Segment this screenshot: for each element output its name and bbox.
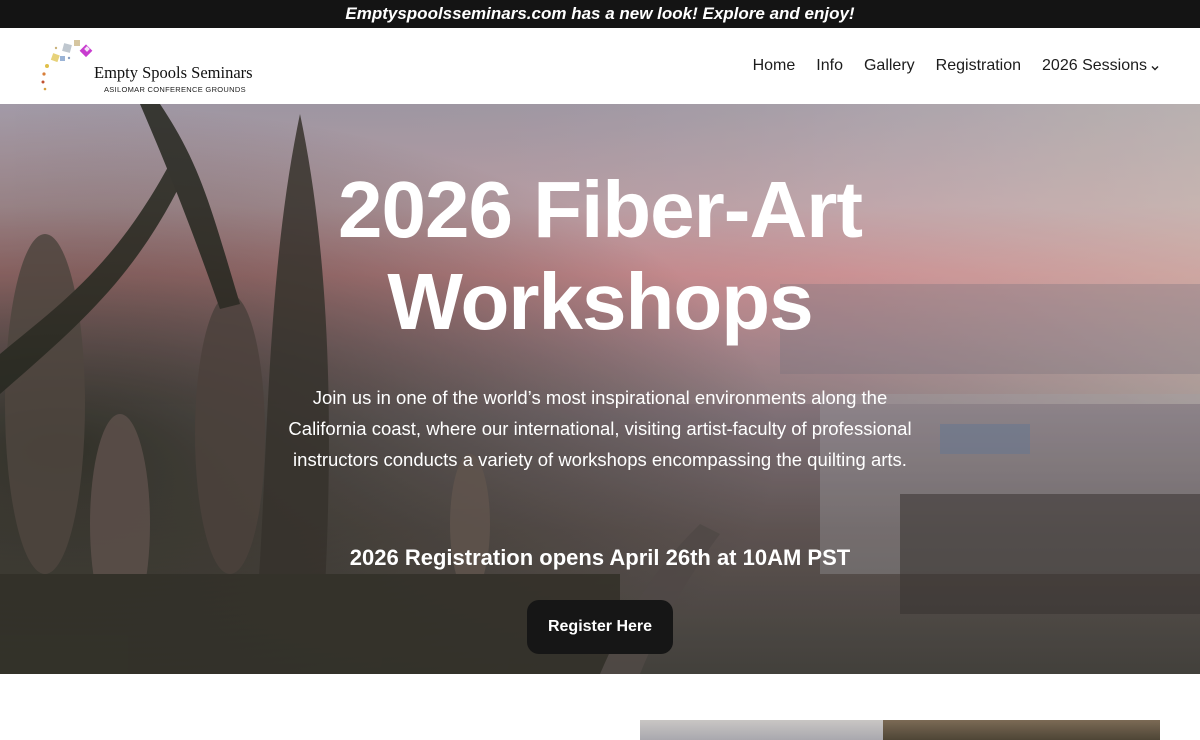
main-nav: Home Info Gallery Registration 2026 Sess… [732,28,1160,104]
hero-title: 2026 Fiber-Art Workshops [200,164,1000,348]
nav-home[interactable]: Home [753,57,796,75]
hero-title-line2: Workshops [387,257,813,346]
hero-content: 2026 Fiber-Art Workshops Join us in one … [0,104,1200,674]
announcement-bar: Emptyspoolsseminars.com has a new look! … [0,0,1200,28]
hero-description: Join us in one of the world’s most inspi… [288,387,912,470]
nav-2026-sessions[interactable]: 2026 Sessions [1042,57,1160,75]
nav-gallery[interactable]: Gallery [864,57,915,75]
gallery-image-1 [640,720,883,740]
hero-section: 2026 Fiber-Art Workshops Join us in one … [0,104,1200,674]
registration-note: 2026 Registration opens April 26th at 10… [349,545,851,570]
announcement-text: Emptyspoolsseminars.com has a new look! … [345,4,855,23]
chevron-down-icon [1151,65,1159,70]
logo-title: Empty Spools Seminars [94,63,253,82]
nav-info-label: Info [816,57,843,74]
hero-title-line1: 2026 Fiber-Art [338,165,863,254]
logo-subtitle: ASILOMAR CONFERENCE GROUNDS [104,85,246,94]
site-logo[interactable]: Empty Spools Seminars ASILOMAR CONFERENC… [38,36,268,98]
site-header: Empty Spools Seminars ASILOMAR CONFERENC… [0,28,1200,104]
nav-2026-sessions-label: 2026 Sessions [1042,57,1147,74]
quilt-sparkle-icon [41,40,93,91]
nav-gallery-label: Gallery [863,57,915,74]
nav-registration-label: Registration [935,57,1022,74]
register-here-button[interactable]: Register Here [527,600,673,654]
register-here-label: Register Here [547,618,653,635]
nav-info[interactable]: Info [816,57,843,75]
gallery-image-2 [883,720,1160,740]
nav-home-label: Home [752,57,796,74]
nav-registration[interactable]: Registration [936,57,1021,75]
content-section [0,674,1200,740]
